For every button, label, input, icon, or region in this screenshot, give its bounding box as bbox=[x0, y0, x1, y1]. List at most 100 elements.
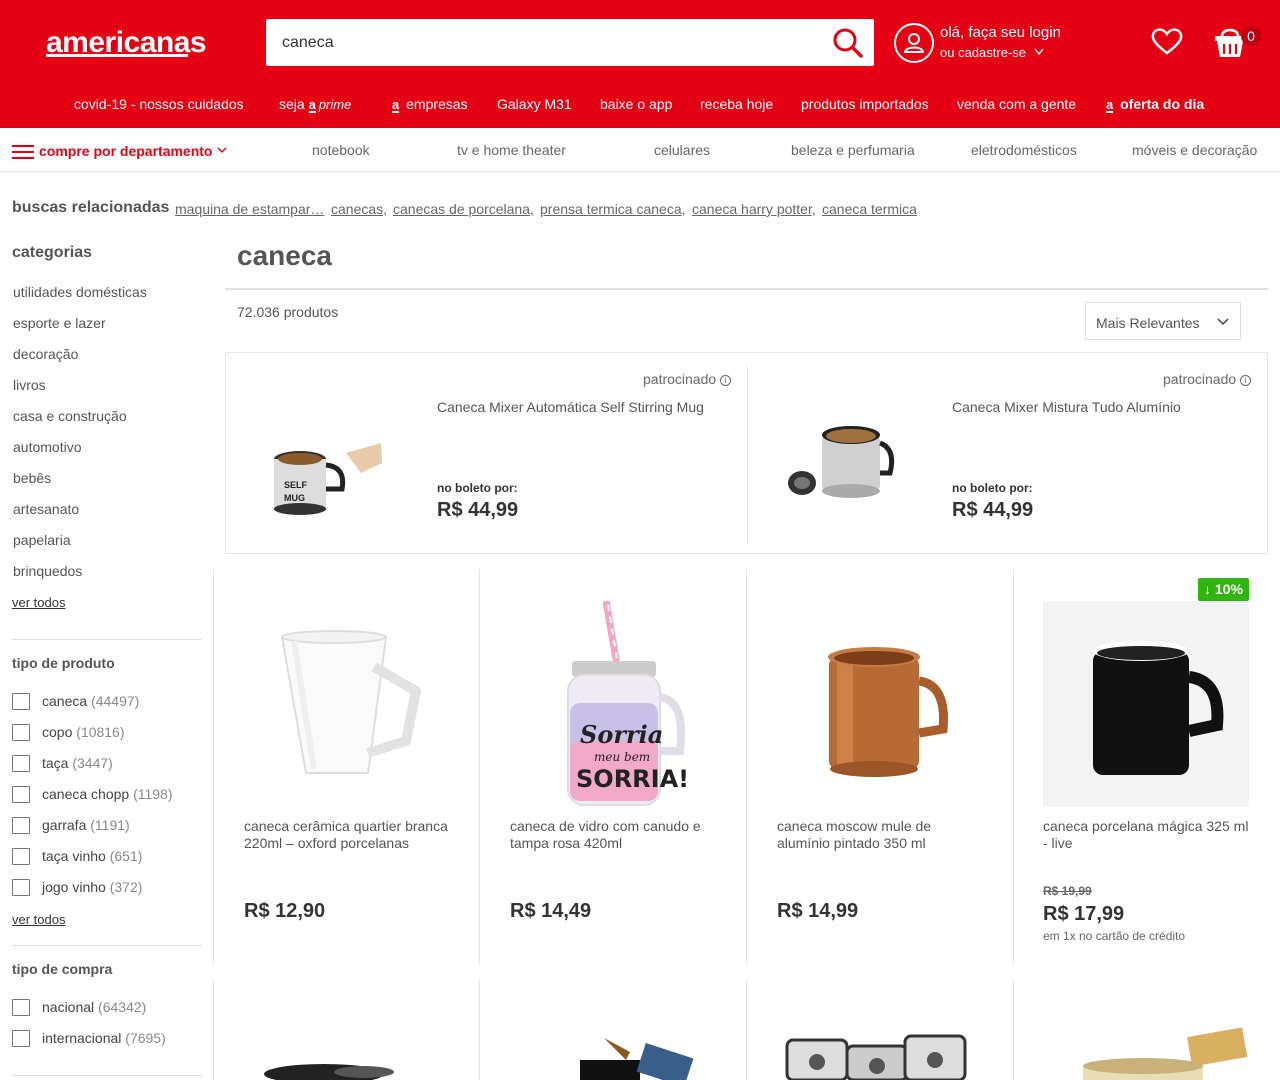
sort-select[interactable]: Mais Relevantes bbox=[1085, 302, 1241, 340]
filter-label: jogo vinho bbox=[42, 879, 106, 895]
category-item[interactable]: bebês bbox=[13, 470, 51, 486]
related-link[interactable]: prensa termica caneca, bbox=[540, 201, 686, 217]
related-title: buscas relacionadas bbox=[12, 199, 170, 216]
product-card[interactable] bbox=[1013, 980, 1280, 1080]
topnav-venda[interactable]: venda com a gente bbox=[957, 96, 1076, 112]
product-card[interactable]: caneca cerâmica quartier branca 220ml – … bbox=[213, 569, 480, 965]
category-item[interactable]: papelaria bbox=[13, 532, 71, 548]
topnav-receba[interactable]: receba hoje bbox=[700, 96, 773, 112]
checkbox[interactable] bbox=[12, 999, 30, 1016]
price-label: no boleto por: bbox=[952, 481, 1033, 495]
dept-tv[interactable]: tv e home theater bbox=[457, 142, 566, 158]
mug-text: Sorria bbox=[580, 720, 663, 749]
filter-count: (1191) bbox=[90, 817, 130, 833]
checkbox[interactable] bbox=[12, 879, 30, 896]
product-name[interactable]: caneca de vidro com canudo e tampa rosa … bbox=[510, 818, 720, 852]
category-item[interactable]: casa e construção bbox=[13, 408, 127, 424]
heart-icon[interactable] bbox=[1150, 26, 1184, 56]
product-price: R$ 44,99 bbox=[437, 499, 519, 521]
product-card[interactable] bbox=[213, 980, 480, 1080]
checkbox[interactable] bbox=[12, 786, 30, 803]
category-item[interactable]: decoração bbox=[13, 346, 78, 362]
product-card[interactable]: ↓ 10% caneca porcelana mágica 325 ml - l… bbox=[1013, 569, 1280, 965]
category-item[interactable]: automotivo bbox=[13, 439, 81, 455]
topnav-empresas[interactable]: a empresas bbox=[392, 96, 468, 113]
topnav-app[interactable]: baixe o app bbox=[600, 96, 672, 112]
search-input[interactable] bbox=[266, 19, 826, 66]
categories-ver-todos-link[interactable]: ver todos bbox=[12, 595, 65, 610]
sponsored-card[interactable]: patrocinado i Caneca Mixer Mistura Tudo A… bbox=[748, 353, 1268, 553]
category-item[interactable]: esporte e lazer bbox=[13, 315, 106, 331]
checkbox[interactable] bbox=[12, 817, 30, 834]
category-item[interactable]: artesanato bbox=[13, 501, 79, 517]
search-icon[interactable] bbox=[830, 25, 864, 59]
dept-eletro[interactable]: eletrodomésticos bbox=[971, 142, 1077, 158]
checkbox[interactable] bbox=[12, 693, 30, 710]
product-image[interactable] bbox=[244, 601, 450, 807]
product-image[interactable] bbox=[1043, 601, 1249, 807]
category-item[interactable]: livros bbox=[13, 377, 46, 393]
topnav-oferta-label: oferta do dia bbox=[1120, 96, 1205, 112]
product-image[interactable] bbox=[510, 1030, 716, 1080]
discount-badge: ↓ 10% bbox=[1198, 578, 1249, 601]
filter-label: taça vinho bbox=[42, 848, 106, 864]
related-link[interactable]: caneca harry potter, bbox=[692, 201, 816, 217]
chevron-down-icon bbox=[1217, 318, 1229, 326]
dept-notebook[interactable]: notebook bbox=[312, 142, 370, 158]
installment-info: em 1x no cartão de crédito bbox=[1043, 929, 1186, 943]
info-icon[interactable]: i bbox=[720, 375, 732, 386]
tipo-produto-ver-todos-link[interactable]: ver todos bbox=[12, 912, 65, 927]
checkbox[interactable] bbox=[12, 755, 30, 772]
topnav-oferta[interactable]: a oferta do dia bbox=[1106, 96, 1204, 113]
related-link[interactable]: maquina de estampar… bbox=[175, 201, 324, 217]
product-card[interactable]: Sorria meu bem SORRIA! caneca de vidro c… bbox=[480, 569, 747, 965]
dept-beleza[interactable]: beleza e perfumaria bbox=[791, 142, 915, 158]
topnav-importados[interactable]: produtos importados bbox=[801, 96, 929, 112]
category-item[interactable]: utilidades domésticas bbox=[13, 284, 147, 300]
topnav-prime[interactable]: seja a prime bbox=[279, 96, 351, 113]
americanas-a-icon: a bbox=[308, 97, 316, 113]
product-card[interactable] bbox=[480, 980, 747, 1080]
user-icon[interactable] bbox=[894, 23, 934, 63]
product-name[interactable]: caneca cerâmica quartier branca 220ml – … bbox=[244, 818, 454, 852]
related-link[interactable]: canecas, bbox=[331, 201, 387, 217]
topnav-covid[interactable]: covid-19 - nossos cuidados bbox=[74, 96, 244, 112]
product-name[interactable]: caneca moscow mule de alumínio pintado 3… bbox=[777, 818, 987, 852]
sponsored-product-name[interactable]: Caneca Mixer Mistura Tudo Alumínio bbox=[952, 399, 1181, 415]
product-card[interactable]: caneca moscow mule de alumínio pintado 3… bbox=[747, 569, 1014, 965]
hamburger-menu-icon[interactable] bbox=[12, 145, 34, 159]
dept-celulares[interactable]: celulares bbox=[654, 142, 710, 158]
divider bbox=[12, 1075, 202, 1076]
filter-count: (372) bbox=[109, 879, 143, 895]
product-image[interactable] bbox=[777, 601, 983, 807]
product-image[interactable] bbox=[777, 1030, 983, 1080]
product-image[interactable]: SELF MUG bbox=[266, 433, 386, 523]
product-image[interactable] bbox=[1043, 1026, 1249, 1080]
category-item[interactable]: brinquedos bbox=[13, 563, 82, 579]
sort-value: Mais Relevantes bbox=[1096, 315, 1200, 331]
old-price: R$ 19,99 bbox=[1043, 884, 1092, 898]
related-link[interactable]: canecas de porcelana, bbox=[393, 201, 534, 217]
product-card[interactable] bbox=[747, 980, 1014, 1080]
login-link[interactable]: olá, faça seu login bbox=[940, 24, 1061, 41]
product-image[interactable]: Sorria meu bem SORRIA! bbox=[510, 601, 716, 807]
related-link[interactable]: caneca termica bbox=[822, 201, 917, 217]
sponsored-product-name[interactable]: Caneca Mixer Automática Self Stirring Mu… bbox=[437, 399, 704, 415]
dept-moveis[interactable]: móveis e decoração bbox=[1132, 142, 1257, 158]
chevron-down-icon[interactable] bbox=[1033, 47, 1045, 57]
product-image[interactable] bbox=[244, 1060, 450, 1080]
product-name[interactable]: caneca porcelana mágica 325 ml - live bbox=[1043, 818, 1253, 852]
sponsored-tag: patrocinado i bbox=[1163, 371, 1252, 387]
filter-label: caneca bbox=[42, 693, 88, 709]
checkbox[interactable] bbox=[12, 724, 30, 741]
product-image[interactable] bbox=[784, 413, 896, 523]
register-link[interactable]: ou cadastre-se bbox=[940, 45, 1026, 60]
info-icon[interactable]: i bbox=[1240, 375, 1252, 386]
sponsored-card[interactable]: patrocinado i SELF MUG Caneca Mixer Autom… bbox=[226, 353, 746, 553]
checkbox[interactable] bbox=[12, 848, 30, 865]
mug-text: SORRIA! bbox=[576, 765, 689, 793]
topnav-galaxy[interactable]: Galaxy M31 bbox=[497, 96, 572, 112]
checkbox[interactable] bbox=[12, 1030, 30, 1047]
department-menu-button[interactable]: compre por departamento bbox=[39, 143, 212, 159]
chevron-down-icon[interactable] bbox=[216, 145, 228, 155]
